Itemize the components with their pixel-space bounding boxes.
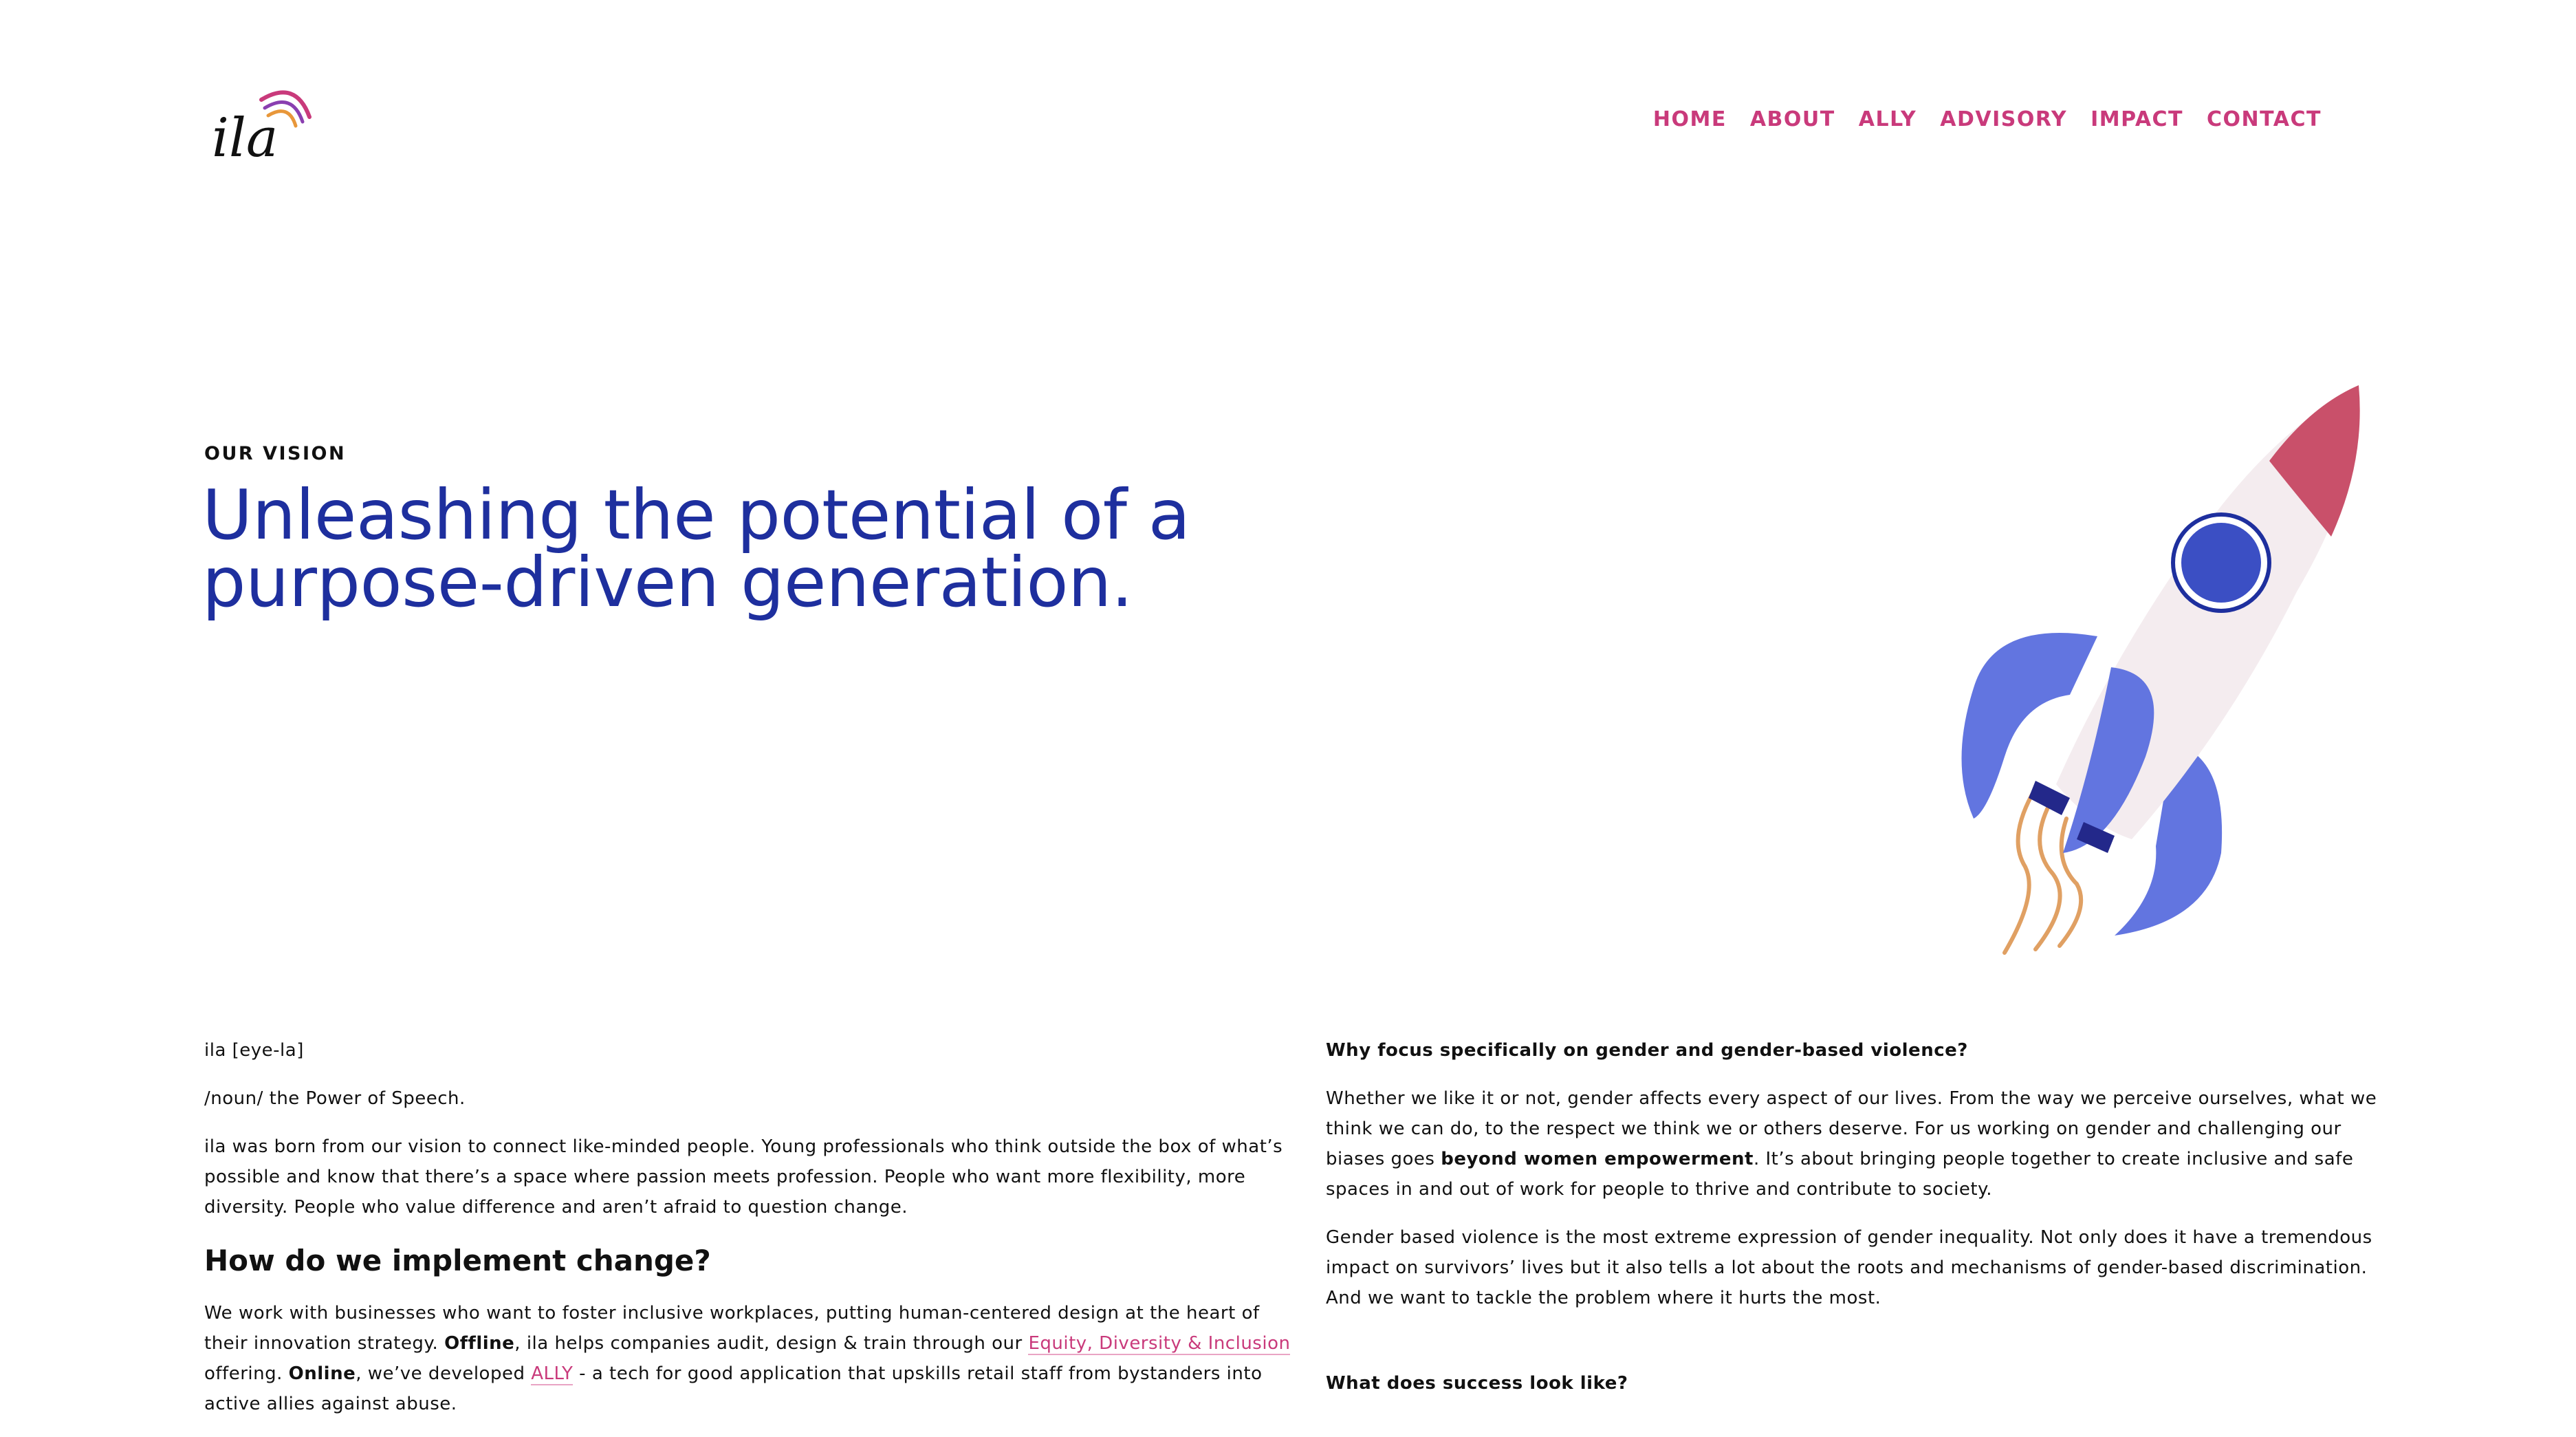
offline-label: Offline <box>444 1333 515 1354</box>
section-kicker: OUR VISION <box>204 443 347 464</box>
nav-advisory[interactable]: ADVISORY <box>1940 107 2067 131</box>
why-gender-heading: Why focus specifically on gender and gen… <box>1326 1040 1968 1061</box>
nav-contact[interactable]: CONTACT <box>2207 107 2322 131</box>
text-span: , ila helps companies audit, design & tr… <box>514 1333 1029 1354</box>
definition: /noun/ the Power of Speech. <box>204 1088 466 1109</box>
main-nav: HOME ABOUT ALLY ADVISORY IMPACT CONTACT <box>1653 107 2322 131</box>
implement-change-paragraph: We work with businesses who want to fost… <box>204 1298 1291 1419</box>
edi-link[interactable]: Equity, Diversity & Inclusion <box>1028 1333 1291 1355</box>
text-span: , we’ve developed <box>356 1363 532 1384</box>
rocket-window-glass <box>2181 523 2261 603</box>
ila-logo[interactable]: ila <box>206 79 323 169</box>
rocket-illustration <box>1961 385 2360 955</box>
gender-paragraph: Whether we like it or not, gender affect… <box>1326 1083 2399 1204</box>
pronunciation: ila [eye-la] <box>204 1040 304 1061</box>
nav-ally[interactable]: ALLY <box>1859 107 1917 131</box>
ally-link[interactable]: ALLY <box>531 1363 574 1385</box>
origin-paragraph: ila was born from our vision to connect … <box>204 1136 1283 1218</box>
success-heading: What does success look like? <box>1326 1373 1628 1394</box>
nav-impact[interactable]: IMPACT <box>2091 107 2183 131</box>
right-column: Why focus specifically on gender and gen… <box>1326 1035 2399 1416</box>
logo-text: ila <box>212 107 278 165</box>
bold-phrase: beyond women empowerment <box>1441 1149 1754 1169</box>
online-label: Online <box>288 1363 356 1384</box>
left-column: ila [eye-la] /noun/ the Power of Speech.… <box>204 1035 1291 1437</box>
implement-change-heading: How do we implement change? <box>204 1244 711 1277</box>
violence-paragraph: Gender based violence is the most extrem… <box>1326 1227 2372 1308</box>
text-span: offering. <box>204 1363 289 1384</box>
hero-title: Unleashing the potential of a purpose-dr… <box>202 481 1371 617</box>
nav-about[interactable]: ABOUT <box>1750 107 1835 131</box>
logo-arcs-icon: ila <box>212 90 312 169</box>
nav-home[interactable]: HOME <box>1653 107 1727 131</box>
hero-title-line2: purpose-driven generation. <box>202 542 1133 623</box>
